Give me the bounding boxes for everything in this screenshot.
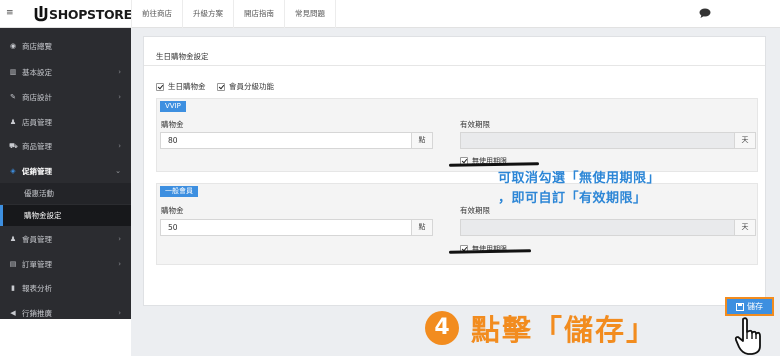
chat-bubble-icon[interactable] xyxy=(699,8,711,18)
chevron-down-icon: ⌄ xyxy=(115,167,121,175)
chevron-right-icon: › xyxy=(118,68,121,76)
save-label: 儲存 xyxy=(747,302,763,311)
sidebar-item-label: 訂單管理 xyxy=(22,259,52,269)
amount-input[interactable]: 80 點 xyxy=(160,132,433,149)
chevron-right-icon: › xyxy=(118,235,121,243)
nav-store-guide[interactable]: 開店指南 xyxy=(233,0,284,28)
sidebar-item-label: 基本設定 xyxy=(22,67,52,77)
sidebar-item-store-design[interactable]: ✎ 商店設計 › xyxy=(0,85,131,109)
top-bar: ≡ SHOPSTORE 前往商店 升級方案 開店指南 常見問題 xyxy=(0,0,780,28)
chevron-right-icon: › xyxy=(118,309,121,317)
order-icon: ▤ xyxy=(9,260,17,268)
amount-label: 購物金 xyxy=(161,120,184,129)
callout-line-1: 可取消勾選「無使用期限」 xyxy=(498,171,661,186)
logo-text: SHOPSTORE xyxy=(49,6,132,22)
sidebar-item-promotions[interactable]: ◈ 促銷管理 ⌄ xyxy=(0,159,131,183)
chevron-right-icon: › xyxy=(118,142,121,150)
callout-line-2: ，即可自訂「有效期限」 xyxy=(498,191,647,206)
menu-toggle-icon[interactable]: ≡ xyxy=(6,8,14,18)
sidebar-item-orders[interactable]: ▤ 訂單管理 › xyxy=(0,252,131,276)
megaphone-icon: ◀ xyxy=(10,309,16,317)
gift-icon: ◈ xyxy=(10,167,16,175)
step-number-badge: 4 xyxy=(425,311,459,345)
tutorial-callout: 可取消勾選「無使用期限」 ，即可自訂「有效期限」 xyxy=(498,169,660,209)
card-title: 生日購物金設定 xyxy=(156,52,209,61)
step-text: 點擊「儲存」 xyxy=(471,313,658,347)
checkbox-checked-icon xyxy=(156,82,164,91)
user-icon: ♟ xyxy=(9,118,17,126)
expiry-unit: 天 xyxy=(734,220,755,235)
tier-panel-vvip: VVIP 購物金 有效期限 80 點 天 無使用期限 xyxy=(156,98,758,172)
hand-pointer-icon xyxy=(734,317,761,355)
amount-unit: 點 xyxy=(411,220,432,235)
dashboard-icon: ◉ xyxy=(9,42,17,50)
expiry-input-disabled: 天 xyxy=(460,219,756,236)
amount-unit: 點 xyxy=(411,133,432,148)
sidebar-subitem-promotions[interactable]: 優惠活動 xyxy=(0,183,131,204)
amount-input[interactable]: 50 點 xyxy=(160,219,433,236)
brush-icon: ✎ xyxy=(10,93,16,101)
expiry-value xyxy=(461,133,734,148)
chevron-right-icon: › xyxy=(118,93,121,101)
sidebar-item-staff[interactable]: ♟ 店員管理 xyxy=(0,110,131,134)
users-icon: ♟ xyxy=(9,235,17,243)
divider xyxy=(144,65,765,66)
sidebar-item-reports[interactable]: ▮ 報表分析 xyxy=(0,276,131,300)
nav-go-to-store[interactable]: 前往商店 xyxy=(131,0,182,28)
sidebar-item-label: 商店總覽 xyxy=(22,41,52,51)
amount-value: 50 xyxy=(168,223,178,232)
checkbox-checked-icon xyxy=(217,82,225,91)
checkbox-label: 會員分級功能 xyxy=(229,82,274,91)
sidebar-item-products[interactable]: ⛟ 商品管理 › xyxy=(0,134,131,158)
chart-icon: ▮ xyxy=(11,284,15,292)
amount-value: 80 xyxy=(168,136,178,145)
sidebar-subitem-shopping-credit[interactable]: 購物金設定 xyxy=(0,205,131,226)
expiry-unit: 天 xyxy=(734,133,755,148)
nav-upgrade-plan[interactable]: 升級方案 xyxy=(182,0,233,28)
tier-tag: VVIP xyxy=(160,101,186,112)
expiry-label: 有效期限 xyxy=(460,206,490,215)
logo[interactable]: SHOPSTORE xyxy=(34,5,132,23)
birthday-credit-card: 生日購物金設定 生日購物金 會員分級功能 VVIP 購物金 有效期限 80 點 … xyxy=(143,36,766,306)
sidebar-item-store-overview[interactable]: ◉ 商店總覽 xyxy=(0,34,131,58)
sidebar-item-members[interactable]: ♟ 會員管理 › xyxy=(0,227,131,251)
step-instruction: 4 點擊「儲存」 xyxy=(425,307,657,349)
sidebar-item-label: 商品管理 xyxy=(22,141,52,151)
bank-icon: ▥ xyxy=(9,68,17,76)
chevron-right-icon: › xyxy=(118,260,121,268)
cart-icon: ⛟ xyxy=(9,141,18,150)
sidebar-item-label: 會員管理 xyxy=(22,234,52,244)
sidebar-item-marketing[interactable]: ◀ 行銷推廣 › xyxy=(0,301,131,319)
sidebar: ◉ 商店總覽 ▥ 基本設定 › ✎ 商店設計 › ♟ 店員管理 ⛟ 商品管理 ›… xyxy=(0,28,131,319)
logo-mark-icon xyxy=(34,6,48,22)
expiry-input-disabled: 天 xyxy=(460,132,756,149)
amount-label: 購物金 xyxy=(161,206,184,215)
save-icon xyxy=(736,302,744,311)
checkbox-label: 生日購物金 xyxy=(168,82,206,91)
sidebar-item-label: 促銷管理 xyxy=(22,166,52,176)
sidebar-item-label: 店員管理 xyxy=(22,117,52,127)
expiry-value xyxy=(461,220,734,235)
birthday-credit-checkbox[interactable]: 生日購物金 xyxy=(156,81,206,92)
expiry-label: 有效期限 xyxy=(460,120,490,129)
sidebar-item-label: 行銷推廣 xyxy=(22,308,52,318)
tier-tag: 一般會員 xyxy=(160,186,198,197)
sidebar-item-basic-settings[interactable]: ▥ 基本設定 › xyxy=(0,60,131,84)
nav-faq[interactable]: 常見問題 xyxy=(284,0,336,28)
sidebar-item-label: 商店設計 xyxy=(22,92,52,102)
save-button[interactable]: 儲存 xyxy=(725,297,774,316)
member-tier-checkbox[interactable]: 會員分級功能 xyxy=(217,81,274,92)
sidebar-item-label: 報表分析 xyxy=(22,283,52,293)
top-nav: 前往商店 升級方案 開店指南 常見問題 xyxy=(131,0,336,28)
